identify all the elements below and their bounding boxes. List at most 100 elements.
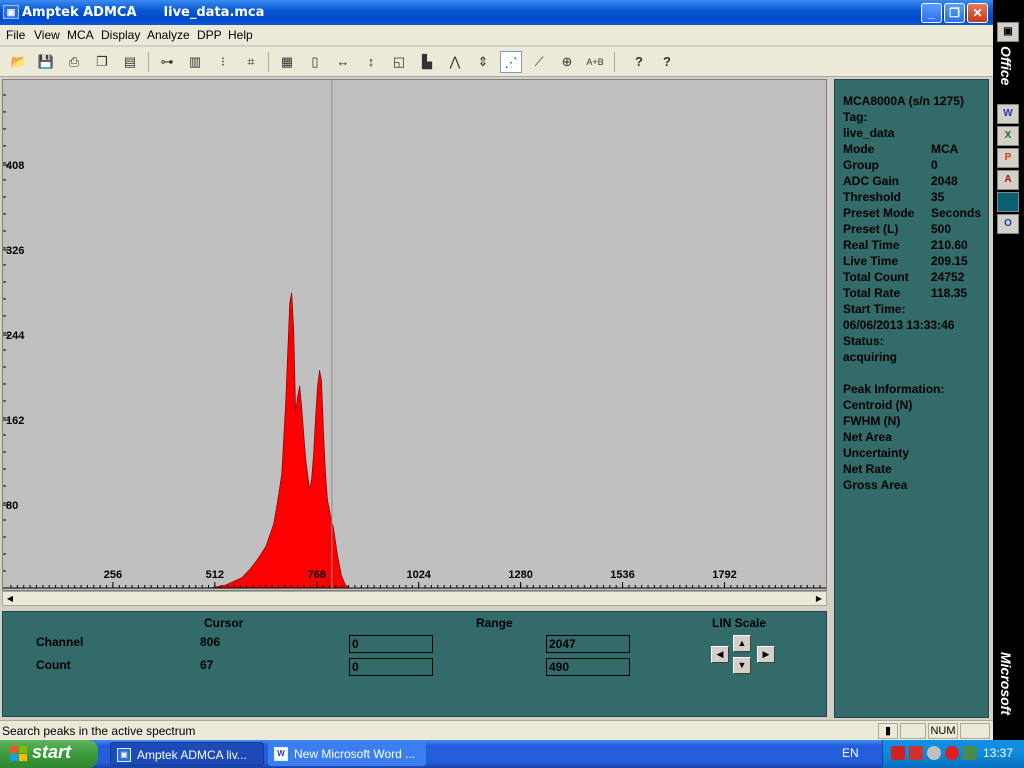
taskbar-item-label: New Microsoft Word ... [294,747,416,761]
start-time-value: 06/06/2013 13:33:46 [843,318,955,332]
start-button[interactable]: start [0,740,98,768]
access-icon[interactable]: A [997,170,1019,190]
spectrum-area [11,292,826,589]
open-icon[interactable]: 📂 [8,51,30,73]
channel-range-min-input[interactable]: 0 [349,635,433,653]
menu-bar: File View MCA Display Analyze DPP Help [0,25,993,45]
bars-icon[interactable]: ▙ [416,51,438,73]
x-tick-label: 1792 [712,569,736,581]
y-tick-label: 408 [6,160,24,172]
info-label: Total Count [843,270,909,284]
menu-analyze[interactable]: Analyze [147,28,190,42]
info-value: 24752 [931,270,965,284]
acrobat-icon[interactable] [891,746,905,760]
start-time-label: Start Time: [843,302,906,316]
office-label: Office [998,46,1014,86]
network-icon[interactable] [963,746,977,760]
powerpoint-icon[interactable]: P [997,148,1019,168]
excel-icon[interactable]: X [997,126,1019,146]
line-icon[interactable]: ⟋ [528,51,550,73]
acquire-icon[interactable]: ▥ [184,51,206,73]
zoom-icon[interactable]: ⊕ [556,51,578,73]
menu-display[interactable]: Display [101,28,140,42]
status-cell [960,723,990,739]
points-icon[interactable]: ⋰ [500,51,522,73]
info-label: Group [843,158,879,172]
menu-view[interactable]: View [34,28,60,42]
maximize-button[interactable]: ❐ [944,3,965,23]
x-tick-label: 256 [104,569,122,581]
print-icon[interactable]: ⎙ [63,51,85,73]
list-icon[interactable]: ▯ [304,51,326,73]
minimize-button[interactable]: _ [921,3,942,23]
info-panel: MCA8000A (s/n 1275) Tag: live_data Mode M… [834,79,989,718]
peak-info-row: Net Rate [843,462,892,476]
admca-icon: ▣ [117,748,131,762]
menu-file[interactable]: File [6,28,25,42]
x-tick-label: 1536 [610,569,634,581]
color-icon[interactable]: ▦ [276,51,298,73]
office-menu-icon[interactable]: ▣ [997,22,1019,42]
info-value: MCA [931,142,959,156]
peak-info-row: Gross Area [843,478,908,492]
info-label: Real Time [843,238,900,252]
range-header: Range [476,616,513,630]
tray-app-icon[interactable] [909,746,923,760]
app-name: Amptek ADMCA [22,5,137,20]
save-icon[interactable]: 💾 [35,51,57,73]
word-icon[interactable]: W [997,104,1019,124]
y-tick-label: 80 [6,500,18,512]
language-indicator[interactable]: EN [842,746,859,760]
windows-logo-icon [10,746,27,761]
vertical-zoom-icon[interactable]: ↕ [360,51,382,73]
taskbar-item-label: Amptek ADMCA liv... [137,748,247,762]
menu-help[interactable]: Help [228,28,253,42]
fit-icon[interactable]: ◱ [388,51,410,73]
outlook-icon[interactable]: O [997,214,1019,234]
window-title: Amptek ADMCA live_data.mca [22,5,264,20]
menu-mca[interactable]: MCA [67,28,94,42]
peak-info-header: Peak Information: [843,382,945,396]
context-help-icon[interactable]: ? [656,51,678,73]
a-plus-b-icon[interactable]: A+B [584,51,606,73]
tray-app-icon[interactable] [945,746,959,760]
scale-left-button[interactable]: ◀ [711,646,729,663]
menu-dpp[interactable]: DPP [197,28,222,42]
peaks-icon[interactable]: ⋀ [444,51,466,73]
toolbar: 📂 💾 ⎙ ❐ ▤ ⊶ ▥ ⁝ ⌗ ▦ ▯ ↔ ↕ ◱ ▙ ⋀ ⇕ ⋰ ⟋ ⊕ … [0,47,993,77]
spectrum-plot[interactable]: 80 162 244 326 408 256 512 768 1024 1280 1536 1792 [2,79,827,591]
close-button[interactable]: ✕ [967,3,988,23]
taskbar-item-admca[interactable]: ▣ Amptek ADMCA liv... [110,742,264,766]
tray-app-icon[interactable] [927,746,941,760]
status-label: Status: [843,334,884,348]
count-range-max-input[interactable]: 490 [546,658,630,676]
properties-icon[interactable]: ▤ [119,51,141,73]
publisher-icon[interactable] [997,192,1019,212]
count-value: 67 [200,658,214,672]
count-range-min-input[interactable]: 0 [349,658,433,676]
scroll-right-icon[interactable]: ▶ [812,592,826,605]
scale-up-button[interactable]: ▲ [733,635,751,652]
info-value: 35 [931,190,945,204]
system-tray: 13:37 [882,740,1024,768]
channel-range-max-input[interactable]: 2047 [546,635,630,653]
device-id: MCA8000A (s/n 1275) [843,94,964,108]
spectrum-chart[interactable]: 80 162 244 326 408 256 512 768 1024 1280 1536 1792 [3,80,826,590]
help-icon[interactable]: ? [628,51,650,73]
clear-icon[interactable]: ⌗ [240,51,262,73]
copy-icon[interactable]: ❐ [91,51,113,73]
horizontal-zoom-icon[interactable]: ↔ [332,51,354,73]
horizontal-scrollbar[interactable]: ◀ ▶ [2,591,827,606]
title-bar[interactable]: ▣ Amptek ADMCA live_data.mca _ ❐ ✕ [0,0,993,25]
traffic-light-icon[interactable]: ⁝ [212,51,234,73]
scroll-left-icon[interactable]: ◀ [3,592,17,605]
taskbar-item-word[interactable]: W New Microsoft Word ... [268,742,426,766]
tag-value: live_data [843,126,895,140]
scale-right-button[interactable]: ▶ [757,646,775,663]
y-tick-label: 244 [6,330,25,342]
word-icon: W [274,747,288,761]
autoscale-icon[interactable]: ⇕ [472,51,494,73]
scale-down-button[interactable]: ▼ [733,657,751,674]
app-icon[interactable]: ▣ [3,5,19,19]
connect-icon[interactable]: ⊶ [156,51,178,73]
